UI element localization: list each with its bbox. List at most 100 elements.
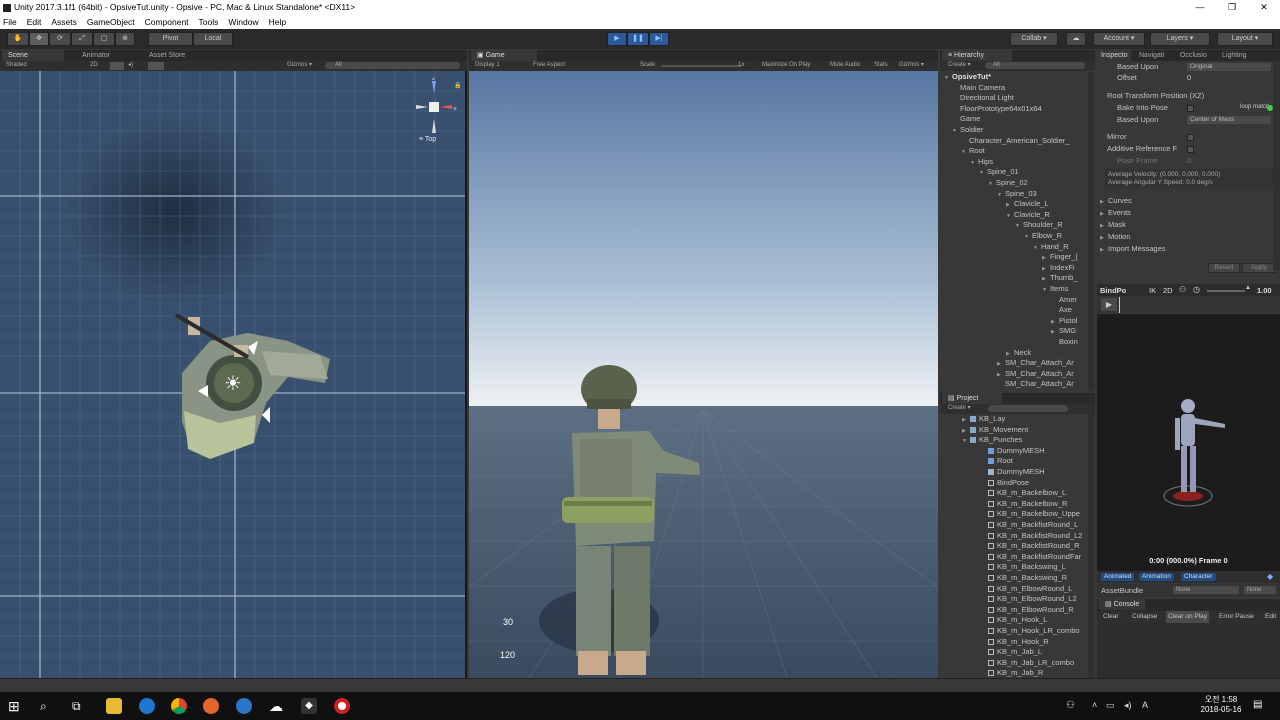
preview-ik-toggle[interactable]: IK bbox=[1149, 286, 1156, 295]
project-item[interactable]: BindPose bbox=[980, 478, 1029, 489]
system-clock[interactable]: 오전 1:58 2018-05-16 bbox=[1196, 695, 1246, 715]
tab-inspector[interactable]: Inspecto bbox=[1097, 50, 1132, 61]
hierarchy-item[interactable]: ▼ Soldier bbox=[952, 125, 983, 136]
aspect-dropdown[interactable]: Free Aspect bbox=[533, 61, 565, 70]
animation-preview-viewport[interactable]: 0:00 (000.0%) Frame 0 bbox=[1097, 314, 1280, 571]
tab-project[interactable]: ▤ Project bbox=[942, 393, 1002, 404]
hierarchy-scene-root[interactable]: ▼ OpsiveTut* bbox=[944, 72, 991, 83]
bake-into-pose-checkbox[interactable] bbox=[1187, 105, 1194, 112]
internet-explorer-icon[interactable] bbox=[236, 698, 252, 714]
preview-speed-handle-icon[interactable]: ▲ bbox=[1245, 285, 1251, 291]
additive-reference-checkbox[interactable] bbox=[1187, 146, 1194, 153]
task-view-icon[interactable]: ⧉ bbox=[72, 698, 88, 714]
project-item[interactable]: KB_m_ElbowRound_R bbox=[980, 605, 1074, 616]
tab-animator[interactable]: Animator bbox=[76, 50, 116, 61]
menu-gameobject[interactable]: GameObject bbox=[87, 15, 135, 29]
hierarchy-search-input[interactable]: All bbox=[985, 62, 1085, 69]
people-icon[interactable]: ⚇ bbox=[1066, 700, 1075, 711]
section-mask[interactable]: ▶ Mask bbox=[1100, 220, 1126, 231]
project-item[interactable]: KB_m_Backswing_R bbox=[980, 573, 1067, 584]
tab-occlusion[interactable]: Occlusio bbox=[1176, 50, 1211, 61]
menu-edit[interactable]: Edit bbox=[27, 15, 42, 29]
hierarchy-item[interactable]: ▼ Hand_R bbox=[1033, 242, 1069, 253]
hierarchy-item[interactable]: Directional Light bbox=[952, 93, 1014, 104]
console-editor-dropdown[interactable]: Edit bbox=[1265, 611, 1276, 623]
project-item[interactable]: KB_m_Backelbow_L bbox=[980, 488, 1066, 499]
hand-tool-icon[interactable]: ✋ bbox=[7, 32, 29, 46]
inspector-scrollbar[interactable] bbox=[1273, 61, 1280, 271]
expand-arrow-down-icon[interactable]: ▼ bbox=[1042, 285, 1048, 296]
hierarchy-item[interactable]: ▶ Thumb_ bbox=[1042, 273, 1078, 284]
recorder-icon[interactable] bbox=[334, 698, 350, 714]
project-search-input[interactable] bbox=[988, 405, 1068, 412]
file-explorer-icon[interactable] bbox=[106, 698, 122, 714]
ime-icon[interactable]: A bbox=[1142, 700, 1148, 710]
preview-playhead[interactable] bbox=[1119, 297, 1120, 313]
lighting-toggle-icon[interactable] bbox=[110, 62, 124, 70]
audio-toggle-icon[interactable]: ◂) bbox=[128, 61, 133, 70]
project-item[interactable]: KB_m_Backswing_L bbox=[980, 562, 1066, 573]
account-dropdown[interactable]: Account ▾ bbox=[1093, 32, 1145, 46]
hierarchy-item[interactable]: ▼ Shoulder_R bbox=[1015, 220, 1063, 231]
stats-toggle[interactable]: Stats bbox=[874, 61, 888, 70]
scene-viewport[interactable]: ☀ z × 🔒 ≡ Top bbox=[0, 71, 467, 678]
tab-console[interactable]: ▤ Console bbox=[1099, 599, 1146, 610]
scale-tool-icon[interactable]: ⤢ bbox=[71, 32, 93, 46]
hierarchy-item[interactable]: ▼ Hips bbox=[970, 157, 993, 168]
section-curves[interactable]: ▶ Curves bbox=[1100, 196, 1132, 207]
expand-arrow-down-icon[interactable]: ▼ bbox=[988, 179, 994, 190]
expand-arrow-down-icon[interactable]: ▼ bbox=[1033, 243, 1039, 254]
menu-component[interactable]: Component bbox=[145, 15, 189, 29]
label-character[interactable]: Character bbox=[1181, 573, 1216, 581]
chrome-icon[interactable] bbox=[171, 698, 187, 714]
tab-scene[interactable]: Scene bbox=[2, 50, 64, 61]
project-item[interactable]: KB_m_Jab_R bbox=[980, 668, 1043, 678]
project-item[interactable]: KB_m_ElbowRound_L bbox=[980, 584, 1072, 595]
hierarchy-item[interactable]: ▶ SM_Char_Attach_Ar bbox=[997, 369, 1074, 380]
tab-navigation[interactable]: Navigati bbox=[1135, 50, 1168, 61]
project-item[interactable]: KB_m_Jab_L bbox=[980, 647, 1042, 658]
unity-taskbar-icon[interactable]: ◆ bbox=[301, 698, 317, 714]
hierarchy-item[interactable]: ▼ Items bbox=[1042, 284, 1068, 295]
hierarchy-item[interactable]: Amer bbox=[1051, 295, 1077, 306]
menu-help[interactable]: Help bbox=[269, 15, 286, 29]
hierarchy-create-dropdown[interactable]: Create ▾ bbox=[948, 61, 971, 70]
project-scrollbar[interactable] bbox=[1088, 414, 1094, 678]
menu-file[interactable]: File bbox=[3, 15, 17, 29]
scene-gizmos-dropdown[interactable]: Gizmos ▾ bbox=[287, 61, 312, 70]
project-item[interactable]: DummyMESH bbox=[980, 446, 1045, 457]
orientation-gizmo-icon[interactable]: z × 🔒 bbox=[412, 77, 464, 137]
label-animation[interactable]: Animation bbox=[1139, 573, 1174, 581]
mirror-checkbox[interactable] bbox=[1187, 134, 1194, 141]
expand-arrow-down-icon[interactable]: ▼ bbox=[970, 158, 976, 169]
hierarchy-item[interactable]: ▶ Pistol bbox=[1051, 316, 1077, 327]
apply-button[interactable]: Apply bbox=[1242, 263, 1276, 273]
project-item[interactable]: KB_m_ElbowRound_L2 bbox=[980, 594, 1077, 605]
hierarchy-item[interactable]: ▶ Neck bbox=[1006, 348, 1031, 359]
network-icon[interactable]: ▭ bbox=[1106, 700, 1115, 711]
hierarchy-item[interactable]: ▼ Spine_02 bbox=[988, 178, 1028, 189]
project-item[interactable]: ▶ KB_Movement bbox=[962, 425, 1028, 436]
preview-play-icon[interactable]: ▶ bbox=[1101, 298, 1117, 311]
hierarchy-item[interactable]: FloorPrototype64x01x64 bbox=[952, 104, 1042, 115]
hierarchy-item[interactable]: ▶ SM_Char_Attach_Ar bbox=[997, 358, 1074, 369]
step-button[interactable]: ▶| bbox=[649, 32, 669, 46]
display-dropdown[interactable]: Display 1 bbox=[475, 61, 500, 70]
expand-arrow-down-icon[interactable]: ▼ bbox=[1006, 211, 1012, 222]
gizmo-view-label[interactable]: ≡ Top bbox=[419, 136, 436, 143]
hierarchy-item[interactable]: Boxin bbox=[1051, 337, 1078, 348]
local-toggle[interactable]: Local bbox=[193, 32, 233, 46]
label-tag-icon[interactable]: ◆ bbox=[1267, 572, 1273, 581]
hierarchy-item[interactable]: Axe bbox=[1051, 305, 1072, 316]
assetbundle-dropdown[interactable]: None bbox=[1173, 586, 1239, 594]
menu-assets[interactable]: Assets bbox=[51, 15, 77, 29]
hierarchy-item[interactable]: SM_Char_Attach_Ar bbox=[997, 379, 1074, 390]
hierarchy-item[interactable]: ▼ Spine_01 bbox=[979, 167, 1019, 178]
windows-start-icon[interactable]: ⊞ bbox=[8, 698, 24, 714]
expand-arrow-down-icon[interactable]: ▼ bbox=[962, 436, 968, 447]
scale-slider[interactable] bbox=[661, 65, 741, 67]
layers-dropdown[interactable]: Layers ▾ bbox=[1150, 32, 1210, 46]
hierarchy-item[interactable]: ▼ Spine_03 bbox=[997, 189, 1037, 200]
pose-frame-value[interactable]: 0 bbox=[1187, 156, 1191, 167]
pivot-toggle[interactable]: Pivot bbox=[148, 32, 193, 46]
